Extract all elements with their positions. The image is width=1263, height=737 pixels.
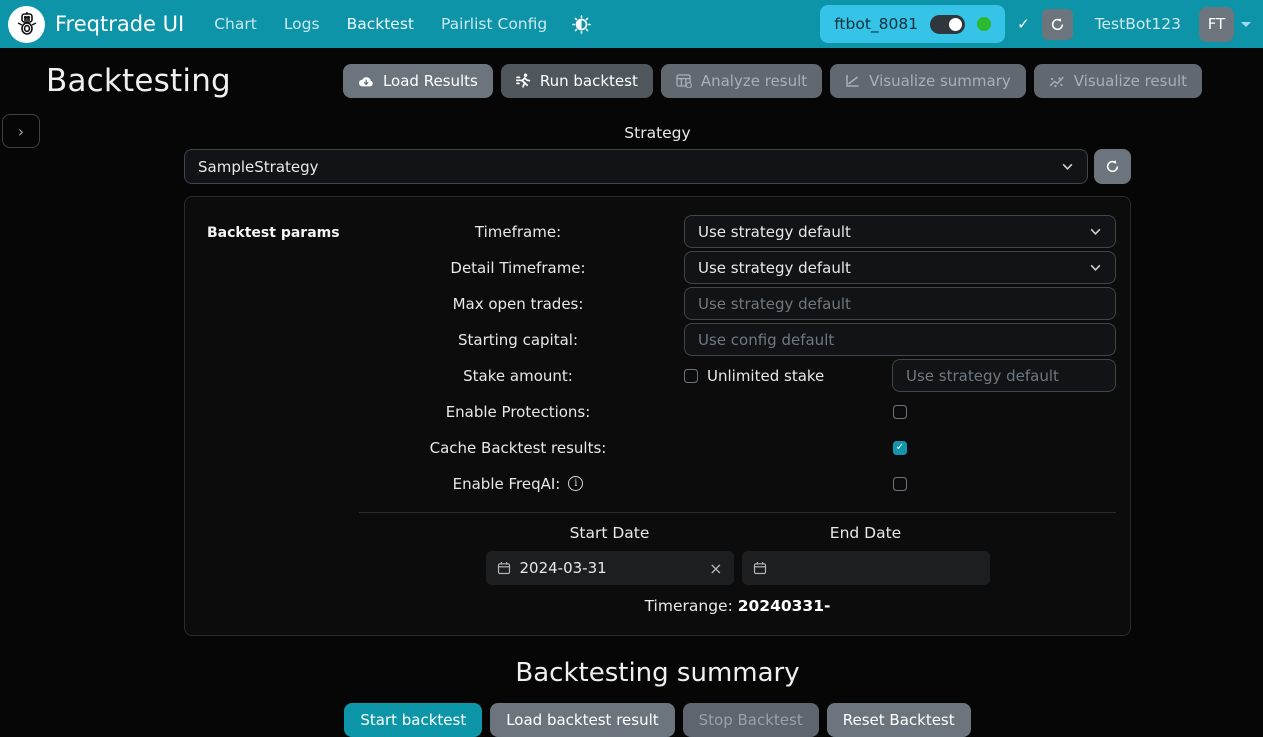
navbar: Freqtrade UI Chart Logs Backtest Pairlis… bbox=[0, 0, 1263, 48]
refresh-bot-button[interactable] bbox=[1042, 9, 1073, 40]
unlimited-stake-label[interactable]: Unlimited stake bbox=[707, 367, 824, 385]
start-date-value: 2024-03-31 bbox=[520, 559, 607, 577]
load-backtest-result-button[interactable]: Load backtest result bbox=[490, 703, 674, 737]
summary-title: Backtesting summary bbox=[184, 658, 1131, 688]
timerange-label: Timerange: bbox=[645, 597, 738, 615]
timeframe-select[interactable]: Use strategy default bbox=[684, 215, 1116, 248]
unlimited-stake-checkbox[interactable]: ✓ bbox=[684, 369, 698, 383]
backtest-main: Strategy SampleStrategy Backtest params … bbox=[184, 124, 1131, 737]
clear-start-date-button[interactable]: × bbox=[709, 559, 722, 578]
calendar-icon bbox=[753, 561, 767, 575]
visualize-result-button[interactable]: Visualize result bbox=[1034, 64, 1202, 98]
backtest-toolbar: Load Results Run backtest bbox=[343, 64, 1202, 98]
analyze-result-button[interactable]: Analyze result bbox=[661, 64, 822, 98]
detail-timeframe-row: Detail Timeframe: Use strategy default bbox=[359, 251, 1116, 284]
backtest-params-panel: Backtest params Timeframe: Use strategy … bbox=[184, 196, 1131, 636]
bot-name: ftbot_8081 bbox=[834, 15, 918, 33]
enable-freqai-label: Enable FreqAI: bbox=[453, 475, 561, 493]
timeframe-row: Timeframe: Use strategy default bbox=[359, 215, 1116, 248]
stake-amount-row: Stake amount: ✓ Unlimited stake bbox=[359, 359, 1116, 392]
starting-capital-input[interactable] bbox=[684, 323, 1116, 356]
calendar-icon bbox=[497, 561, 511, 575]
max-open-trades-input[interactable] bbox=[684, 287, 1116, 320]
user-menu[interactable]: FT bbox=[1199, 7, 1251, 42]
stake-amount-input[interactable] bbox=[892, 359, 1116, 392]
table-icon bbox=[676, 74, 692, 88]
cache-results-label: Cache Backtest results: bbox=[359, 439, 677, 457]
nav-item-chart[interactable]: Chart bbox=[214, 15, 257, 33]
max-open-trades-label: Max open trades: bbox=[359, 295, 677, 313]
end-date-label: End Date bbox=[742, 524, 990, 542]
summary-buttons: Start backtest Load backtest result Stop… bbox=[184, 703, 1131, 737]
chevron-down-icon bbox=[1089, 261, 1102, 274]
reload-strategies-button[interactable] bbox=[1094, 149, 1131, 184]
load-results-button[interactable]: Load Results bbox=[343, 64, 493, 98]
start-date-input[interactable]: 2024-03-31 × bbox=[486, 551, 734, 585]
navbar-right: ftbot_8081 ✓ TestBot123 FT bbox=[820, 5, 1251, 43]
nav-links: Chart Logs Backtest Pairlist Config bbox=[214, 15, 547, 33]
cache-results-checkbox[interactable]: ✓ bbox=[893, 441, 907, 455]
bot-selector[interactable]: ftbot_8081 bbox=[820, 5, 1005, 43]
reset-backtest-button[interactable]: Reset Backtest bbox=[827, 703, 971, 737]
start-date-label: Start Date bbox=[486, 524, 734, 542]
max-open-trades-row: Max open trades: bbox=[359, 287, 1116, 320]
timeframe-label: Timeframe: bbox=[359, 223, 677, 241]
caret-down-icon bbox=[1241, 22, 1251, 27]
check-icon: ✓ bbox=[1017, 15, 1030, 33]
app-title: Freqtrade UI bbox=[55, 12, 184, 36]
sidebar-expand-button[interactable]: › bbox=[2, 114, 40, 148]
chevron-right-icon: › bbox=[18, 122, 24, 141]
chevron-down-icon bbox=[1061, 160, 1074, 173]
nav-item-pairlist-config[interactable]: Pairlist Config bbox=[441, 15, 547, 33]
page-title: Backtesting bbox=[46, 63, 231, 99]
strategy-select[interactable]: SampleStrategy bbox=[184, 149, 1088, 184]
enable-freqai-row: Enable FreqAI: i ✓ bbox=[359, 467, 1116, 500]
strategy-label: Strategy bbox=[184, 124, 1131, 142]
panel-title: Backtest params bbox=[207, 215, 359, 615]
visualize-summary-button[interactable]: Visualize summary bbox=[830, 64, 1026, 98]
chart-scatter-icon bbox=[1049, 75, 1065, 88]
detail-timeframe-label: Detail Timeframe: bbox=[359, 259, 677, 277]
bot-online-dot bbox=[977, 17, 991, 31]
form-divider bbox=[359, 512, 1116, 513]
info-icon[interactable]: i bbox=[568, 476, 583, 491]
stop-backtest-button[interactable]: Stop Backtest bbox=[683, 703, 819, 737]
nav-item-logs[interactable]: Logs bbox=[284, 15, 320, 33]
timerange-value: 20240331- bbox=[738, 597, 831, 615]
refresh-icon bbox=[1050, 17, 1065, 32]
cloud-download-icon bbox=[358, 74, 374, 88]
avatar[interactable]: FT bbox=[1199, 7, 1234, 42]
strategy-row: SampleStrategy bbox=[184, 149, 1131, 184]
username-label: TestBot123 bbox=[1095, 15, 1181, 33]
enable-freqai-checkbox[interactable]: ✓ bbox=[893, 477, 907, 491]
bot-toggle[interactable] bbox=[930, 15, 965, 34]
freqtrade-logo bbox=[8, 6, 45, 43]
theme-toggle-icon[interactable] bbox=[572, 15, 591, 34]
detail-timeframe-select[interactable]: Use strategy default bbox=[684, 251, 1116, 284]
starting-capital-row: Starting capital: bbox=[359, 323, 1116, 356]
enable-protections-label: Enable Protections: bbox=[359, 403, 677, 421]
chevron-down-icon bbox=[1089, 225, 1102, 238]
dates-row: Start Date 2024-03-31 × bbox=[359, 524, 1116, 585]
enable-protections-row: Enable Protections: ✓ bbox=[359, 395, 1116, 428]
robot-icon bbox=[14, 11, 40, 37]
enable-protections-checkbox[interactable]: ✓ bbox=[893, 405, 907, 419]
run-backtest-button[interactable]: Run backtest bbox=[501, 64, 653, 98]
chart-line-icon bbox=[845, 74, 860, 88]
page-header: Backtesting Load Results bbox=[0, 48, 1263, 104]
backtest-params-form: Timeframe: Use strategy default Detail T… bbox=[359, 215, 1116, 615]
cache-results-row: Cache Backtest results: ✓ bbox=[359, 431, 1116, 464]
refresh-icon bbox=[1105, 159, 1120, 174]
stake-amount-label: Stake amount: bbox=[359, 367, 677, 385]
timerange: Timerange: 20240331- bbox=[359, 597, 1116, 615]
starting-capital-label: Starting capital: bbox=[359, 331, 677, 349]
person-running-icon bbox=[516, 73, 531, 89]
end-date-input[interactable] bbox=[742, 551, 990, 585]
start-backtest-button[interactable]: Start backtest bbox=[344, 703, 482, 737]
nav-item-backtest[interactable]: Backtest bbox=[347, 15, 414, 33]
